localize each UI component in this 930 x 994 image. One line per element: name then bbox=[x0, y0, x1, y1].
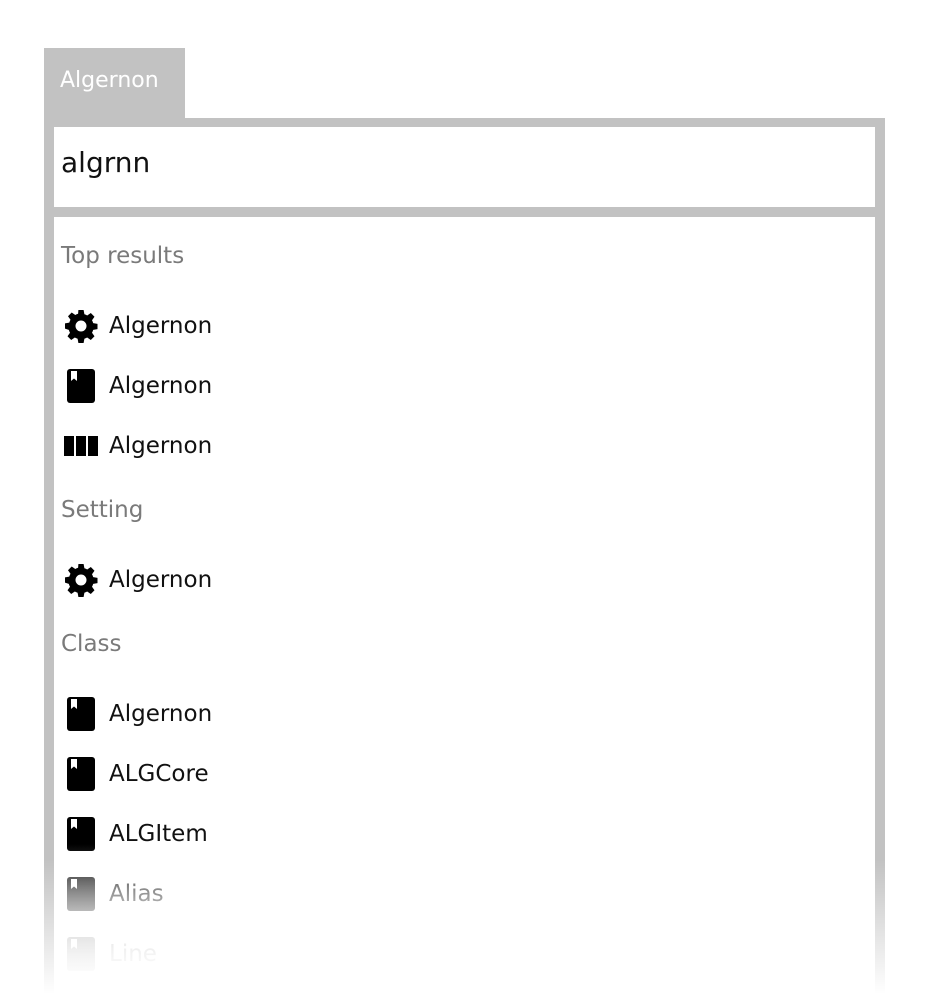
book-icon bbox=[62, 367, 100, 405]
result-item[interactable]: Line bbox=[62, 934, 157, 974]
section-header-class: Class bbox=[61, 631, 122, 657]
result-label: Algernon bbox=[109, 701, 213, 727]
search-input[interactable] bbox=[61, 146, 841, 179]
result-item[interactable]: Alias bbox=[62, 874, 164, 914]
results-list: Top results Algernon Algernon Algernon S… bbox=[54, 217, 875, 994]
book-icon bbox=[62, 875, 100, 913]
result-item[interactable]: Algernon bbox=[62, 306, 212, 346]
result-item[interactable]: Algernon bbox=[62, 366, 212, 406]
result-label: Algernon bbox=[109, 567, 213, 593]
result-label: Alias bbox=[109, 881, 164, 907]
result-item[interactable]: ALGItem bbox=[62, 814, 208, 854]
result-label: Line bbox=[109, 941, 157, 967]
book-icon bbox=[62, 755, 100, 793]
scroll-fade-overlay bbox=[54, 844, 875, 994]
result-label: ALGItem bbox=[109, 821, 208, 847]
search-panel: Top results Algernon Algernon Algernon S… bbox=[44, 118, 885, 994]
result-label: Algernon bbox=[109, 433, 213, 459]
book-icon bbox=[62, 815, 100, 853]
section-header-top-results: Top results bbox=[61, 243, 185, 269]
tab-algernon[interactable]: Algernon bbox=[44, 48, 185, 118]
result-label: Algernon bbox=[109, 373, 213, 399]
search-field[interactable] bbox=[54, 127, 875, 207]
result-item[interactable]: ALGCore bbox=[62, 754, 209, 794]
book-icon bbox=[62, 935, 100, 973]
tab-label: Algernon bbox=[60, 68, 159, 93]
gear-icon bbox=[62, 561, 100, 599]
gear-icon bbox=[62, 307, 100, 345]
library-icon bbox=[62, 427, 100, 465]
section-header-setting: Setting bbox=[61, 497, 144, 523]
result-label: Algernon bbox=[109, 313, 213, 339]
result-item[interactable]: Algernon bbox=[62, 694, 212, 734]
result-label: ALGCore bbox=[109, 761, 209, 787]
result-item[interactable]: Algernon bbox=[62, 426, 212, 466]
book-icon bbox=[62, 695, 100, 733]
result-item[interactable]: Algernon bbox=[62, 560, 212, 600]
